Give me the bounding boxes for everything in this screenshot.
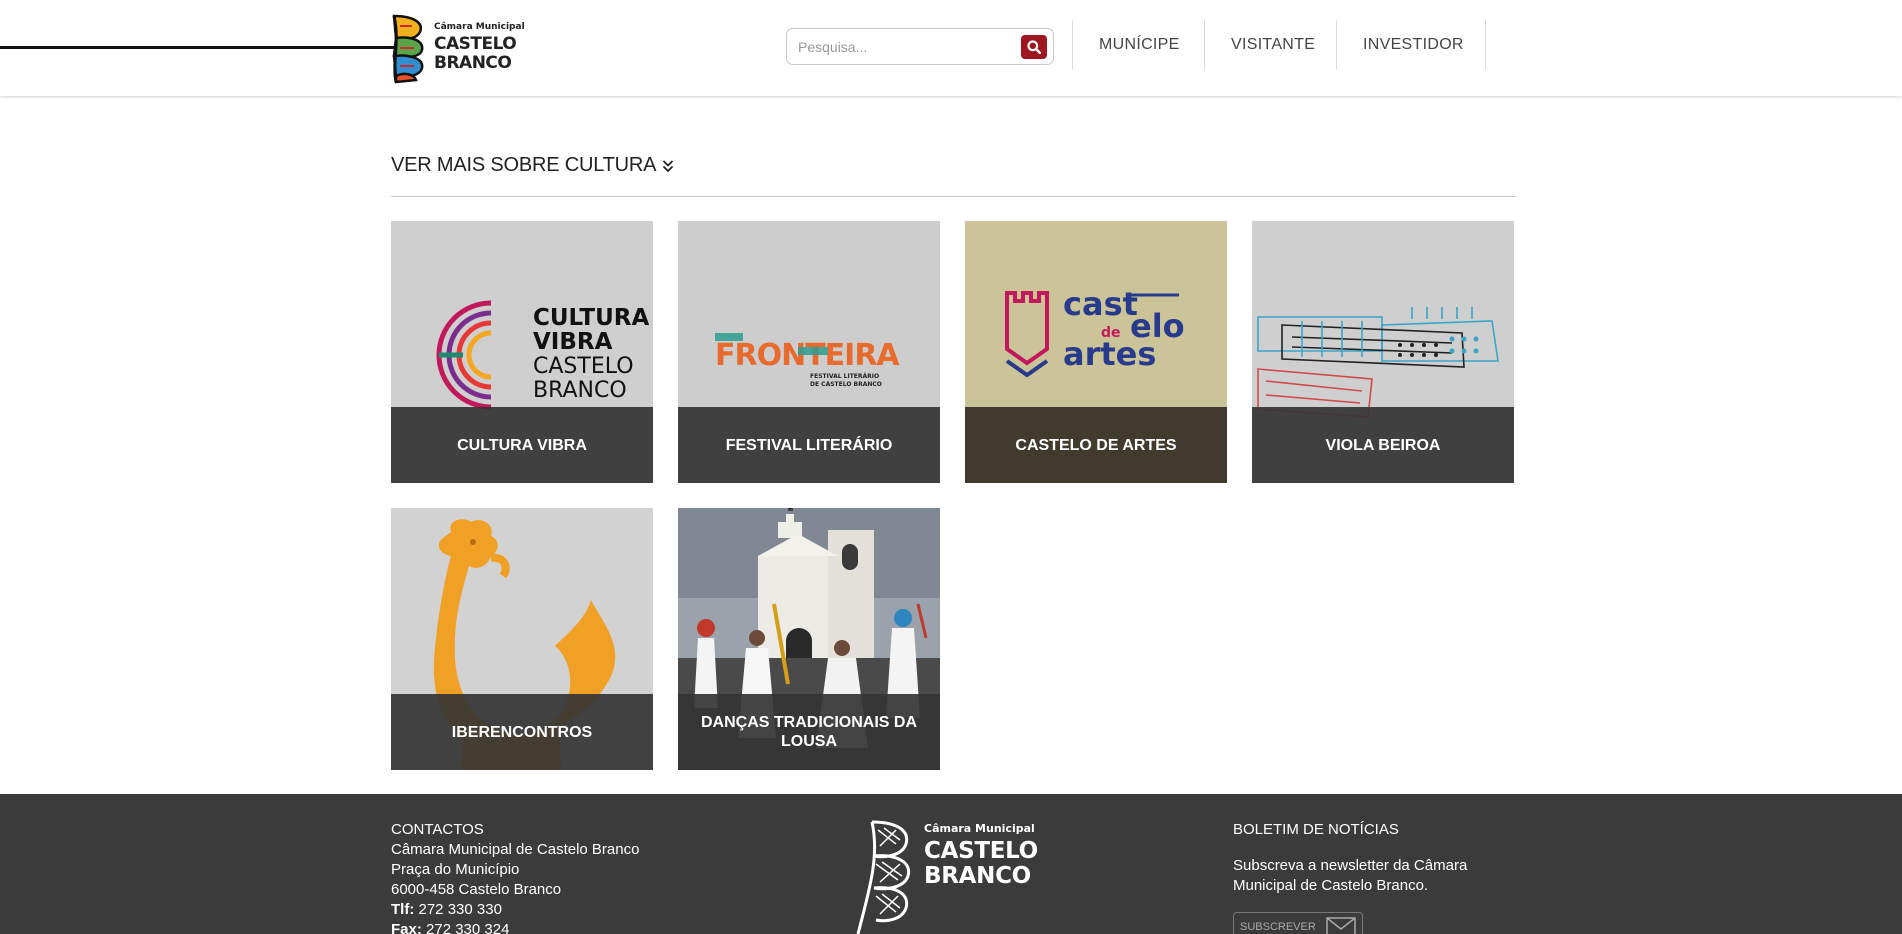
section-title[interactable]: VER MAIS SOBRE CULTURA: [391, 154, 674, 177]
main-nav: MUNÍCIPE VISITANTE INVESTIDOR: [1072, 20, 1486, 70]
header-divider-line: [0, 46, 395, 49]
logo-subtitle: Câmara Municipal: [434, 22, 525, 32]
envelope-icon: [1326, 917, 1356, 934]
site-logo[interactable]: Câmara Municipal CASTELO BRANCO: [390, 10, 530, 86]
contacts-phone-value[interactable]: 272 330 330: [419, 901, 502, 918]
double-chevron-down-icon: [662, 159, 674, 173]
newsletter-block: BOLETIM DE NOTÍCIAS Subscreva a newslett…: [1233, 820, 1493, 896]
cultura-vibra-art-line1: CULTURA: [533, 305, 649, 331]
contacts-phone: Tlf: 272 330 330: [391, 900, 639, 920]
cultura-vibra-art-line3: CASTELO: [533, 354, 634, 379]
card-caption: FESTIVAL LITERÁRIO: [678, 407, 940, 483]
search-input[interactable]: [798, 38, 998, 55]
contacts-fax-value: 272 330 324: [426, 921, 510, 934]
subscribe-label: SUBSCREVER: [1240, 921, 1316, 933]
footer-logo-emblem-icon: [856, 820, 911, 934]
castelo-de-artes-art-w1: cast: [1063, 285, 1138, 323]
logo-emblem-icon: [392, 14, 424, 84]
footer-logo-line2: BRANCO: [924, 863, 1031, 889]
fronteira-art-sub1: FESTIVAL LITERÁRIO: [810, 373, 879, 380]
nav-item-municipe[interactable]: MUNÍCIPE: [1072, 20, 1204, 70]
card-castelo-de-artes[interactable]: cast elo de artes CASTELO DE ARTES: [965, 221, 1227, 483]
card-dancas-tradicionais-da-lousa[interactable]: DANÇAS TRADICIONAIS DA LOUSA: [678, 508, 940, 770]
card-caption: CULTURA VIBRA: [391, 407, 653, 483]
cultura-vibra-art-line4: BRANCO: [533, 378, 627, 403]
fronteira-art-word: FRONTEIRA: [715, 338, 900, 373]
footer-logo-subtitle: Câmara Municipal: [924, 822, 1035, 835]
contacts-title: CONTACTOS: [391, 821, 484, 838]
cultura-vibra-art-line2: VIBRA: [533, 329, 613, 355]
logo-title-line2: BRANCO: [434, 53, 512, 73]
nav-item-visitante[interactable]: VISITANTE: [1204, 20, 1336, 70]
logo-title-line1: CASTELO: [434, 34, 517, 54]
contacts-line2: Praça do Município: [391, 861, 520, 878]
section-divider: [391, 196, 1515, 197]
card-caption: DANÇAS TRADICIONAIS DA LOUSA: [678, 694, 940, 770]
footer-contacts: CONTACTOS Câmara Municipal de Castelo Br…: [391, 820, 639, 934]
card-iberencontros[interactable]: IBERENCONTROS: [391, 508, 653, 770]
contacts-fax: Fax: 272 330 324: [391, 920, 639, 934]
newsletter-title: BOLETIM DE NOTÍCIAS: [1233, 821, 1399, 838]
search-button[interactable]: [1021, 35, 1047, 59]
footer-logo[interactable]: Câmara Municipal CASTELO BRANCO: [852, 818, 1038, 934]
contacts-fax-label: Fax:: [391, 921, 422, 934]
card-viola-beiroa[interactable]: VIOLA BEIROA: [1252, 221, 1514, 483]
search-box: [786, 28, 1054, 65]
contacts-line3: 6000-458 Castelo Branco: [391, 881, 562, 898]
castelo-de-artes-art-w4: artes: [1063, 335, 1156, 373]
card-caption: IBERENCONTROS: [391, 694, 653, 770]
footer-logo-line1: CASTELO: [924, 838, 1038, 864]
contacts-phone-label: Tlf:: [391, 901, 415, 918]
search-icon: [1027, 40, 1041, 54]
nav-item-investidor[interactable]: INVESTIDOR: [1336, 20, 1486, 70]
section-title-text: VER MAIS SOBRE CULTURA: [391, 154, 657, 176]
site-header: Câmara Municipal CASTELO BRANCO MUNÍCIPE…: [0, 0, 1902, 96]
card-festival-literario[interactable]: FRONTEIRA FESTIVAL LITERÁRIO DE CASTELO …: [678, 221, 940, 483]
newsletter-description: Subscreva a newsletter da Câmara Municip…: [1233, 857, 1468, 894]
card-cultura-vibra[interactable]: CULTURA VIBRA CASTELO BRANCO CULTURA VIB…: [391, 221, 653, 483]
site-footer: CONTACTOS Câmara Municipal de Castelo Br…: [0, 794, 1902, 934]
fronteira-art-sub2: DE CASTELO BRANCO: [810, 381, 882, 388]
card-caption: CASTELO DE ARTES: [965, 407, 1227, 483]
card-caption: VIOLA BEIROA: [1252, 407, 1514, 483]
contacts-line1: Câmara Municipal de Castelo Branco: [391, 841, 640, 858]
subscribe-button[interactable]: SUBSCREVER: [1233, 912, 1363, 934]
